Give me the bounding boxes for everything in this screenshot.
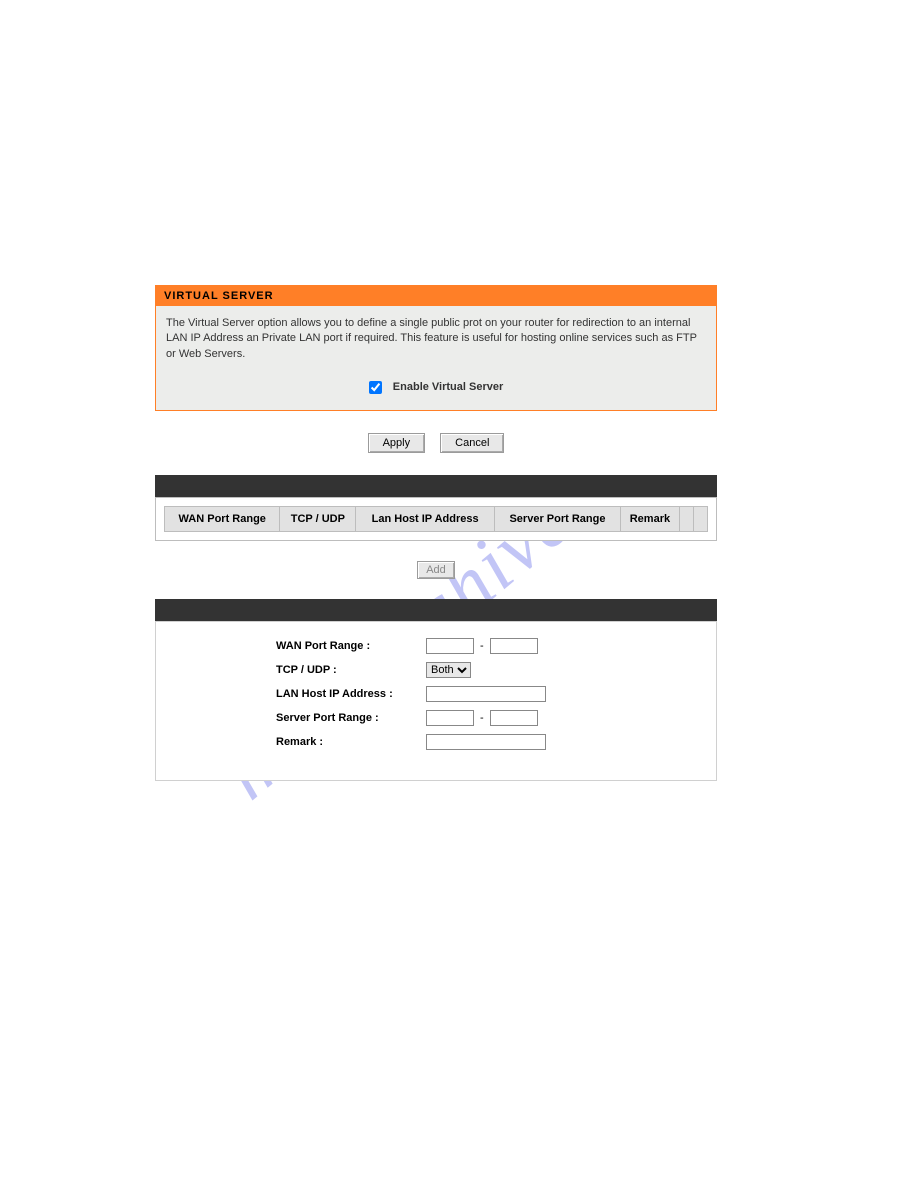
lan-host-ip-input[interactable] (426, 686, 546, 702)
range-dash-2: - (480, 712, 484, 724)
rules-table: WAN Port Range TCP / UDP Lan Host IP Add… (164, 506, 708, 532)
wan-port-range-label: WAN Port Range : (276, 640, 426, 652)
wan-port-from-input[interactable] (426, 638, 474, 654)
settings-panel: VIRTUAL SERVER The Virtual Server option… (155, 285, 717, 411)
rule-form: WAN Port Range : - TCP / UDP : Both LAN … (155, 621, 717, 781)
col-action-1 (680, 506, 694, 531)
server-port-range-label: Server Port Range : (276, 712, 426, 724)
cancel-button[interactable]: Cancel (440, 433, 504, 453)
enable-virtual-server-checkbox[interactable] (369, 381, 382, 394)
col-action-2 (694, 506, 708, 531)
server-port-to-input[interactable] (490, 710, 538, 726)
add-button[interactable]: Add (417, 561, 455, 579)
virtual-server-panel: VIRTUAL SERVER The Virtual Server option… (155, 285, 717, 781)
col-server-port-range: Server Port Range (495, 506, 621, 531)
remark-label: Remark : (276, 736, 426, 748)
apply-button[interactable]: Apply (368, 433, 426, 453)
divider-bar (155, 475, 717, 497)
col-remark: Remark (620, 506, 679, 531)
col-tcp-udp: TCP / UDP (280, 506, 356, 531)
add-button-row: Add (155, 541, 717, 599)
enable-virtual-server-label: Enable Virtual Server (393, 381, 503, 393)
col-lan-host-ip: Lan Host IP Address (356, 506, 495, 531)
divider-bar-2 (155, 599, 717, 621)
wan-port-to-input[interactable] (490, 638, 538, 654)
description-text: The Virtual Server option allows you to … (166, 316, 706, 362)
panel-title: VIRTUAL SERVER (156, 286, 716, 306)
tcp-udp-select[interactable]: Both (426, 662, 471, 678)
tcp-udp-label: TCP / UDP : (276, 664, 426, 676)
col-wan-port-range: WAN Port Range (165, 506, 280, 531)
lan-host-ip-label: LAN Host IP Address : (276, 688, 426, 700)
action-button-row: Apply Cancel (155, 411, 717, 475)
remark-input[interactable] (426, 734, 546, 750)
rules-table-container: WAN Port Range TCP / UDP Lan Host IP Add… (155, 497, 717, 541)
range-dash: - (480, 640, 484, 652)
server-port-from-input[interactable] (426, 710, 474, 726)
